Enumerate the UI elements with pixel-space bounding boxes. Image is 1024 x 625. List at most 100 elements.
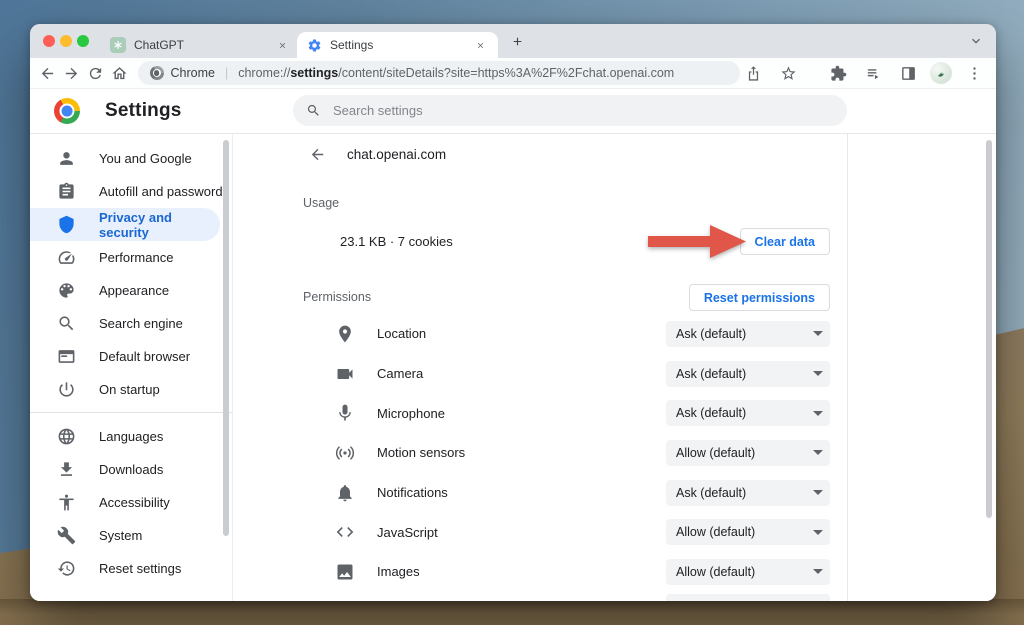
- sensors-icon: [335, 443, 355, 463]
- minimize-window-button[interactable]: [60, 35, 72, 47]
- sidebar-item-label: Downloads: [99, 462, 163, 477]
- site-chip-label: Chrome: [171, 66, 215, 80]
- sidebar-item-search-engine[interactable]: Search engine: [30, 307, 232, 340]
- tab-strip: ChatGPT Settings: [30, 24, 996, 58]
- settings-search-input[interactable]: [331, 102, 834, 119]
- dropdown-caret-icon: [813, 371, 823, 376]
- permission-value: Allow (default): [676, 446, 755, 460]
- permission-dropdown-microphone[interactable]: Ask (default): [666, 400, 830, 426]
- sidebar-item-label: Accessibility: [99, 495, 170, 510]
- sidebar-item-system[interactable]: System: [30, 519, 232, 552]
- permission-row-location: LocationAsk (default): [290, 314, 847, 354]
- sidebar-item-performance[interactable]: Performance: [30, 241, 232, 274]
- zoom-window-button[interactable]: [77, 35, 89, 47]
- sidebar-item-label: You and Google: [99, 151, 192, 166]
- sidebar-item-accessibility[interactable]: Accessibility: [30, 486, 232, 519]
- chrome-logo-icon: [150, 66, 164, 80]
- reading-list-icon[interactable]: [860, 60, 886, 86]
- address-bar[interactable]: Chrome | chrome://settings/content/siteD…: [138, 61, 741, 85]
- forward-button[interactable]: [60, 60, 84, 86]
- page-scrollbar[interactable]: [986, 140, 992, 518]
- sidebar-item-languages[interactable]: Languages: [30, 420, 232, 453]
- clear-data-button[interactable]: Clear data: [740, 228, 830, 255]
- autofill-icon: [57, 182, 76, 201]
- settings-search-box[interactable]: [293, 95, 847, 126]
- chevron-down-icon[interactable]: [968, 33, 984, 49]
- permission-value: Ask (default): [676, 367, 746, 381]
- tab-title: Settings: [330, 38, 464, 52]
- profile-avatar[interactable]: [930, 62, 952, 84]
- tab-close-icon[interactable]: [274, 37, 290, 53]
- permission-value: Ask (default): [676, 327, 746, 341]
- back-arrow-icon[interactable]: [309, 146, 326, 163]
- toolbar-right-icons: [740, 60, 987, 86]
- browser-menu-icon[interactable]: [961, 60, 987, 86]
- javascript-icon-wrap: [335, 522, 355, 542]
- reset-permissions-button[interactable]: Reset permissions: [689, 284, 830, 311]
- side-panel-icon[interactable]: [895, 60, 921, 86]
- extensions-puzzle-icon[interactable]: [825, 60, 851, 86]
- permission-dropdown-notifications[interactable]: Ask (default): [666, 480, 830, 506]
- camera-icon: [335, 364, 355, 384]
- back-button[interactable]: [36, 60, 60, 86]
- home-button[interactable]: [108, 60, 132, 86]
- sidebar-item-reset-settings[interactable]: Reset settings: [30, 552, 232, 585]
- sidebar-item-appearance[interactable]: Appearance: [30, 274, 232, 307]
- dropdown-caret-icon: [813, 331, 823, 336]
- tab-title: ChatGPT: [134, 38, 266, 52]
- permission-value: Allow (default): [676, 565, 755, 579]
- sidebar-item-label: Privacy and security: [99, 210, 220, 240]
- sidebar-divider: [30, 412, 232, 413]
- images-icon-wrap: [335, 562, 355, 582]
- sidebar-item-default-browser[interactable]: Default browser: [30, 340, 232, 373]
- sensors-icon-wrap: [335, 443, 355, 463]
- desert-sand-shadow: [0, 599, 1024, 625]
- permission-label: Camera: [377, 366, 423, 381]
- camera-icon-wrap: [335, 364, 355, 384]
- sidebar-menu: You and Google Autofill and passwords Priv…: [30, 134, 233, 601]
- browser-window: ChatGPT Settings: [30, 24, 996, 601]
- sidebar-item-downloads[interactable]: Downloads: [30, 453, 232, 486]
- sidebar-item-label: System: [99, 528, 142, 543]
- permission-row-microphone: MicrophoneAsk (default): [290, 393, 847, 433]
- sidebar-item-on-startup[interactable]: On startup: [30, 373, 232, 406]
- location-icon-wrap: [335, 324, 355, 344]
- microphone-icon: [335, 403, 355, 423]
- dropdown-caret-icon: [813, 530, 823, 535]
- sidebar-item-label: Languages: [99, 429, 163, 444]
- permission-label: Images: [377, 564, 420, 579]
- permission-row-motion-sensors: Motion sensorsAllow (default): [290, 433, 847, 473]
- url-separator: |: [222, 66, 231, 80]
- browser-toolbar: Chrome | chrome://settings/content/siteD…: [30, 58, 996, 89]
- permission-dropdown-images[interactable]: Allow (default): [666, 559, 830, 585]
- permission-label: JavaScript: [377, 525, 438, 540]
- permission-dropdown-motion-sensors[interactable]: Allow (default): [666, 440, 830, 466]
- tab-settings[interactable]: Settings: [297, 32, 498, 58]
- bookmark-star-icon[interactable]: [775, 60, 801, 86]
- browser-icon: [57, 347, 76, 366]
- sidebar-item-autofill-and-passwords[interactable]: Autofill and passwords: [30, 175, 232, 208]
- tab-chatgpt[interactable]: ChatGPT: [100, 32, 300, 58]
- permission-dropdown-camera[interactable]: Ask (default): [666, 361, 830, 387]
- location-icon: [335, 324, 355, 344]
- reset-icon: [57, 559, 76, 578]
- permission-dropdown-location[interactable]: Ask (default): [666, 321, 830, 347]
- sidebar-item-label: Autofill and passwords: [99, 184, 229, 199]
- permission-dropdown-javascript[interactable]: Allow (default): [666, 519, 830, 545]
- sidebar-scrollbar[interactable]: [223, 140, 229, 536]
- download-icon: [57, 460, 76, 479]
- dropdown-caret-icon: [813, 490, 823, 495]
- site-name: chat.openai.com: [347, 147, 446, 162]
- javascript-icon: [335, 522, 355, 542]
- tab-close-icon[interactable]: [472, 37, 488, 53]
- speed-icon: [57, 248, 76, 267]
- reload-button[interactable]: [84, 60, 108, 86]
- sidebar-item-privacy-and-security[interactable]: Privacy and security: [30, 208, 220, 241]
- usage-section-label: Usage: [303, 196, 339, 210]
- sidebar-item-label: Default browser: [99, 349, 190, 364]
- share-icon[interactable]: [740, 60, 766, 86]
- sidebar-item-you-and-google[interactable]: You and Google: [30, 142, 232, 175]
- new-tab-button[interactable]: [507, 31, 527, 51]
- dropdown-caret-icon: [813, 569, 823, 574]
- close-window-button[interactable]: [43, 35, 55, 47]
